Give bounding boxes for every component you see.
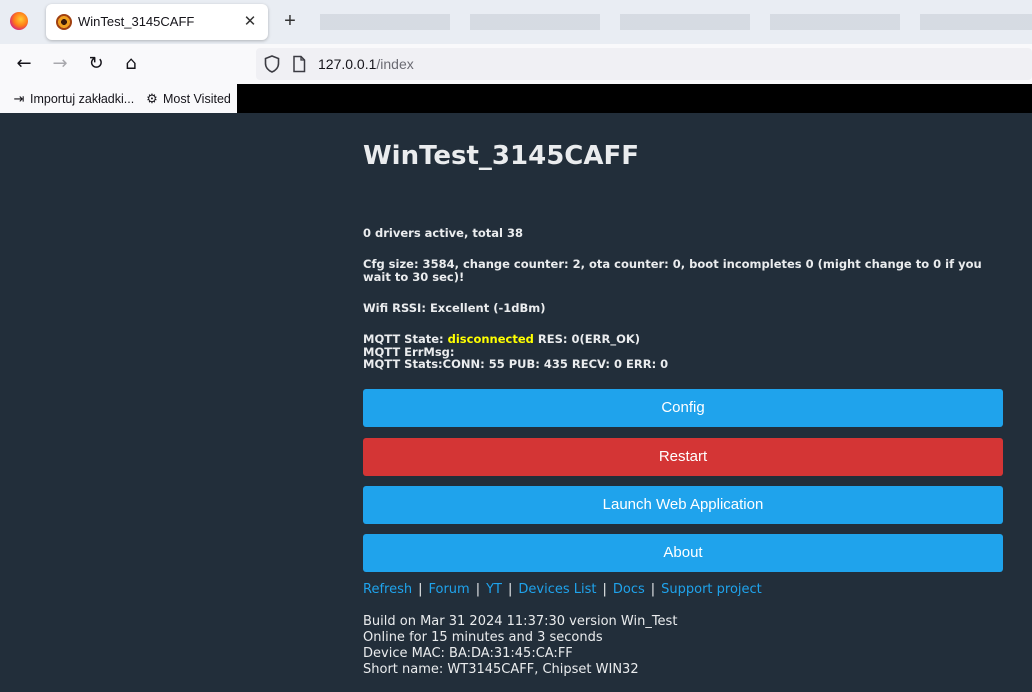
link-separator: | xyxy=(650,582,656,597)
reload-button[interactable]: ↻ xyxy=(84,52,108,76)
gear-icon: ⚙ xyxy=(146,91,158,106)
navigation-bar: ← → ↻ ⌂ 127.0.0.1/index xyxy=(0,44,1032,84)
home-button[interactable]: ⌂ xyxy=(119,52,143,76)
firefox-logo-icon[interactable] xyxy=(10,12,28,30)
background-tabs xyxy=(320,14,1032,30)
footer-links: Refresh | Forum | YT | Devices List | Docs | Suppo… xyxy=(363,582,762,597)
build-version: Build on Mar 31 2024 11:37:30 version Wi… xyxy=(363,614,678,629)
page-body: WinTest_3145CAFF 0 drivers active, total… xyxy=(0,113,1032,692)
build-info: Build on Mar 31 2024 11:37:30 version Wi… xyxy=(363,614,677,678)
close-tab-icon[interactable]: ✕ xyxy=(240,10,260,32)
link-devices-list[interactable]: Devices List xyxy=(518,582,596,597)
bookmarks-toolbar: ⇥ Importuj zakładki... ⚙ Most Visited xyxy=(0,84,237,113)
tab-strip: WinTest_3145CAFF ✕ + xyxy=(0,0,1032,44)
tab-title: WinTest_3145CAFF xyxy=(78,14,195,29)
wifi-status: Wifi RSSI: Excellent (-1dBm) xyxy=(363,301,546,315)
mqtt-info: MQTT State: disconnected RES: 0(ERR_OK) … xyxy=(363,333,1003,371)
import-icon: ⇥ xyxy=(13,91,25,106)
mqtt-state-label: MQTT State: xyxy=(363,332,448,346)
restart-button[interactable]: Restart xyxy=(363,438,1003,476)
link-support-project[interactable]: Support project xyxy=(661,582,762,597)
config-button[interactable]: Config xyxy=(363,389,1003,427)
back-button[interactable]: ← xyxy=(12,52,36,76)
bookmark-most-visited[interactable]: ⚙ Most Visited xyxy=(145,90,231,108)
link-yt[interactable]: YT xyxy=(486,582,502,597)
bookmark-import[interactable]: ⇥ Importuj zakładki... xyxy=(12,90,135,108)
mqtt-stats: MQTT Stats:CONN: 55 PUB: 435 RECV: 0 ERR… xyxy=(363,357,669,371)
drivers-status: 0 drivers active, total 38 xyxy=(363,226,523,240)
favicon-icon xyxy=(56,14,72,30)
forward-button[interactable]: → xyxy=(48,52,72,76)
uptime: Online for 15 minutes and 3 seconds xyxy=(363,630,603,645)
link-docs[interactable]: Docs xyxy=(613,582,645,597)
link-forum[interactable]: Forum xyxy=(428,582,469,597)
shield-icon[interactable] xyxy=(264,55,280,73)
cfg-status: Cfg size: 3584, change counter: 2, ota c… xyxy=(363,257,982,284)
link-separator: | xyxy=(602,582,607,597)
launch-web-app-button[interactable]: Launch Web Application xyxy=(363,486,1003,524)
url-host: 127.0.0.1 xyxy=(318,56,377,72)
new-tab-button[interactable]: + xyxy=(279,9,301,33)
browser-tab[interactable]: WinTest_3145CAFF ✕ xyxy=(46,4,268,40)
mqtt-result: RES: 0(ERR_OK) xyxy=(533,332,641,346)
link-separator: | xyxy=(475,582,481,597)
url-text[interactable]: 127.0.0.1/index xyxy=(318,56,414,72)
link-refresh[interactable]: Refresh xyxy=(363,582,412,597)
address-bar[interactable]: 127.0.0.1/index xyxy=(256,48,1032,80)
link-separator: | xyxy=(507,582,513,597)
mqtt-state-value: disconnected xyxy=(447,332,534,346)
bookmark-label: Importuj zakładki... xyxy=(30,92,135,106)
url-path: /index xyxy=(376,56,414,72)
page-icon xyxy=(293,55,306,73)
page-title: WinTest_3145CAFF xyxy=(363,141,640,171)
device-mac: Device MAC: BA:DA:31:45:CA:FF xyxy=(363,646,573,661)
bookmarks-toolbar-overflow xyxy=(237,84,1032,113)
about-button[interactable]: About xyxy=(363,534,1003,572)
short-name: Short name: WT3145CAFF, Chipset WIN32 xyxy=(363,662,639,677)
mqtt-state: MQTT State: disconnected RES: 0(ERR_OK) xyxy=(363,333,1003,346)
link-separator: | xyxy=(418,582,423,597)
bookmark-label: Most Visited xyxy=(163,92,231,106)
